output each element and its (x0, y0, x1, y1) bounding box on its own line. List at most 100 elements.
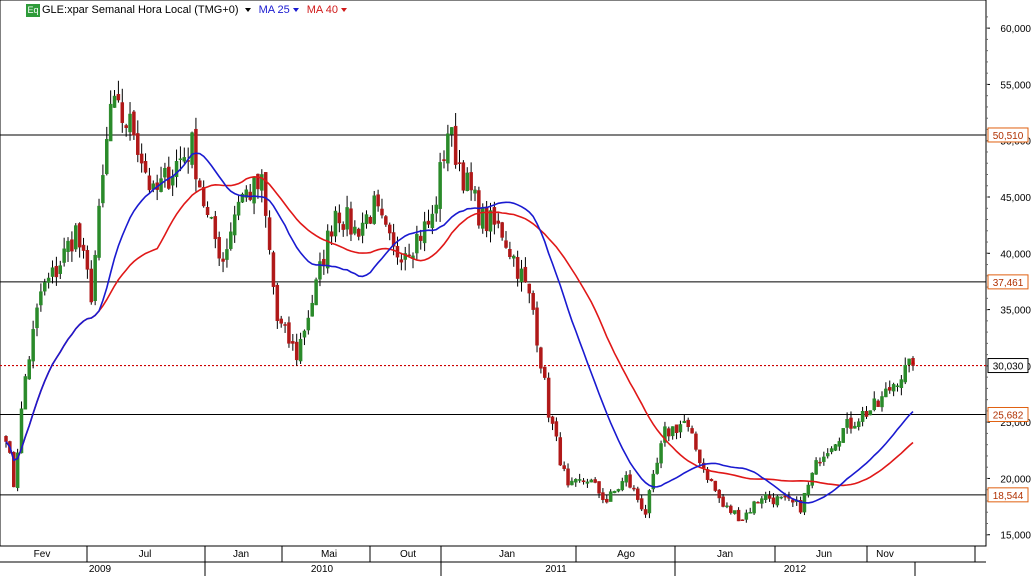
chart-window: 15,00020,00025,00030,00035,00040,00045,0… (0, 0, 1036, 576)
candle (806, 484, 811, 496)
price-chart[interactable]: 15,00020,00025,00030,00035,00040,00045,0… (0, 0, 1036, 576)
candle (252, 176, 256, 204)
candle (81, 244, 86, 251)
ma25-label[interactable]: MA 25 (259, 4, 290, 16)
month-label: Mai (321, 549, 337, 560)
candle (849, 417, 853, 429)
ma40-label[interactable]: MA 40 (307, 4, 338, 16)
candle (891, 384, 896, 392)
candle (775, 496, 780, 506)
candle (744, 512, 749, 520)
candle (283, 324, 287, 326)
candle (449, 127, 454, 135)
candle (647, 490, 652, 514)
candle (515, 257, 520, 279)
candle (112, 95, 117, 108)
candle (841, 428, 845, 443)
candle (54, 265, 59, 278)
month-label: Jan (233, 549, 249, 560)
candle (213, 216, 218, 240)
candle (895, 385, 900, 387)
candle (628, 474, 632, 488)
candle (349, 208, 353, 235)
candle (422, 221, 427, 244)
year-label: 2010 (311, 564, 334, 575)
candle (512, 255, 516, 259)
ma40-dropdown-icon[interactable] (340, 8, 347, 12)
candle (616, 489, 621, 492)
candle (837, 441, 842, 447)
candle (698, 449, 702, 464)
candle (581, 480, 586, 483)
y-tick-label: 35,000 (1000, 306, 1031, 317)
level-label: 18,544 (993, 491, 1024, 502)
candle (725, 505, 729, 508)
title-dropdown-icon[interactable] (244, 8, 251, 12)
candle (860, 410, 865, 422)
candle (298, 338, 303, 362)
candle (66, 240, 70, 252)
candle (205, 206, 210, 216)
candle (624, 475, 628, 483)
month-label: Out (400, 549, 416, 560)
candle (221, 258, 225, 262)
candle (461, 162, 466, 191)
candle (465, 172, 470, 191)
month-label: Fev (34, 549, 51, 560)
candle (453, 125, 458, 165)
chart-title[interactable]: GLE:xpar Semanal Hora Local (TMG+0) (42, 4, 239, 16)
candle (748, 512, 752, 514)
candle (771, 497, 776, 505)
candle (314, 279, 318, 306)
candle (287, 322, 291, 344)
candle (209, 217, 214, 219)
candle (736, 509, 741, 522)
candle (360, 222, 365, 236)
candle (779, 496, 783, 499)
ma25-dropdown-icon[interactable] (292, 8, 299, 12)
month-label: Nov (876, 549, 894, 560)
candle (868, 410, 873, 416)
candle (93, 254, 97, 301)
candle (713, 480, 718, 491)
candle (89, 268, 94, 303)
candle (818, 461, 822, 464)
candle (887, 387, 892, 391)
candle (504, 240, 508, 248)
candle (639, 498, 644, 510)
candle (845, 419, 849, 428)
candle (380, 208, 384, 216)
candle (232, 214, 237, 236)
candle (74, 225, 78, 250)
candle (872, 398, 876, 411)
candle (120, 102, 125, 123)
y-tick-label: 60,000 (1000, 24, 1031, 35)
candle (124, 125, 128, 128)
candle (732, 510, 737, 514)
candle (864, 410, 869, 417)
candle (337, 212, 342, 224)
candle (31, 329, 35, 362)
candle (508, 248, 512, 257)
candle (35, 307, 39, 329)
candle (752, 501, 756, 514)
candle (570, 480, 574, 486)
month-label: Jan (499, 549, 515, 560)
month-label: Jul (139, 549, 152, 560)
candle (310, 302, 314, 317)
candle (632, 487, 636, 490)
candle (694, 433, 698, 450)
equity-icon[interactable]: Eq (26, 3, 40, 17)
candle (294, 341, 299, 361)
candle (550, 416, 555, 424)
candle (531, 293, 535, 310)
candle (682, 420, 687, 423)
candle (217, 237, 221, 259)
candle (585, 481, 590, 484)
candle (740, 519, 745, 521)
candle (198, 180, 202, 188)
y-tick-label: 45,000 (1000, 193, 1031, 204)
candle (457, 162, 462, 164)
candle (822, 456, 826, 462)
candle (484, 206, 489, 232)
